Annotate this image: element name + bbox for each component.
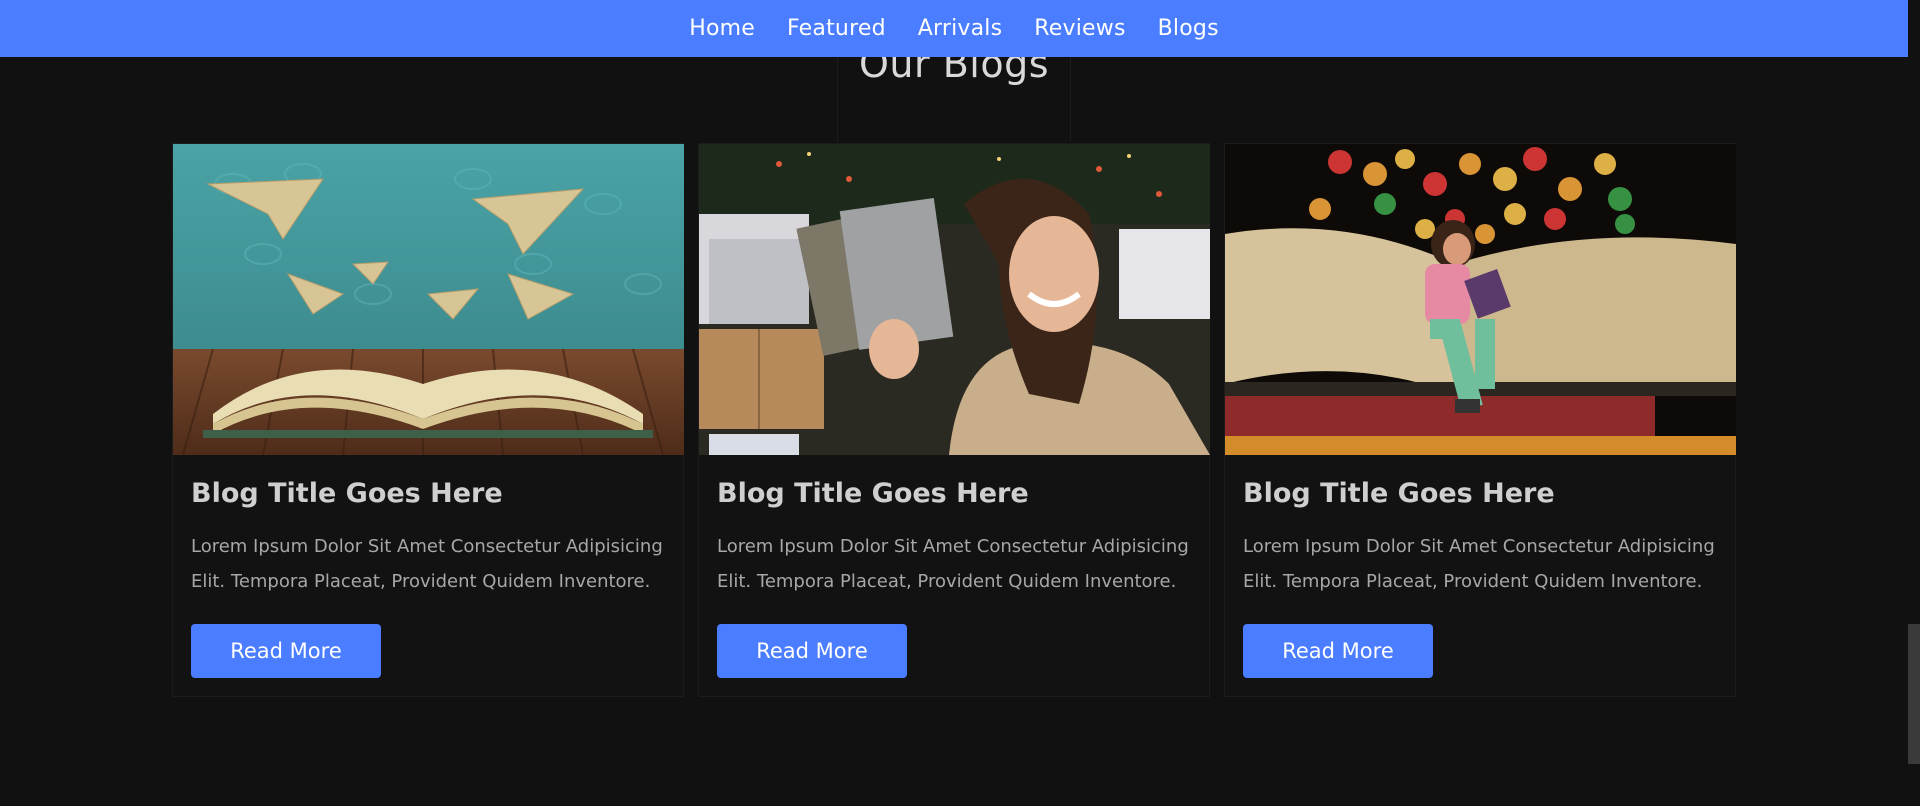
nav-link-blogs[interactable]: Blogs xyxy=(1158,16,1219,41)
section-heading: Our Blogs xyxy=(859,42,1049,86)
blog-image-open-book xyxy=(173,144,684,455)
blog-card-title: Blog Title Goes Here xyxy=(191,478,503,509)
nav-link-reviews[interactable]: Reviews xyxy=(1034,16,1125,41)
blog-card-excerpt: Lorem Ipsum Dolor Sit Amet Consectetur A… xyxy=(191,536,663,592)
top-navigation: Home Featured Arrivals Reviews Blogs xyxy=(0,0,1908,57)
blog-card-title: Blog Title Goes Here xyxy=(717,478,1029,509)
blog-card-excerpt: Lorem Ipsum Dolor Sit Amet Consectetur A… xyxy=(717,536,1189,592)
page-scrollbar-thumb[interactable] xyxy=(1908,624,1920,764)
read-more-button[interactable]: Read More xyxy=(191,624,381,678)
blog-cards: Blog Title Goes Here Lorem Ipsum Dolor S… xyxy=(172,143,1738,697)
blog-card-excerpt: Lorem Ipsum Dolor Sit Amet Consectetur A… xyxy=(1243,536,1715,592)
blog-image-girl-reading-on-book xyxy=(1225,144,1736,455)
blog-card-title: Blog Title Goes Here xyxy=(1243,478,1555,509)
nav-link-arrivals[interactable]: Arrivals xyxy=(918,16,1003,41)
blog-card: Blog Title Goes Here Lorem Ipsum Dolor S… xyxy=(1224,143,1736,697)
read-more-button[interactable]: Read More xyxy=(717,624,907,678)
nav-link-home[interactable]: Home xyxy=(689,16,755,41)
blog-image-woman-with-books xyxy=(699,144,1210,455)
nav-link-featured[interactable]: Featured xyxy=(787,16,886,41)
read-more-button[interactable]: Read More xyxy=(1243,624,1433,678)
blog-card: Blog Title Goes Here Lorem Ipsum Dolor S… xyxy=(698,143,1210,697)
blog-card: Blog Title Goes Here Lorem Ipsum Dolor S… xyxy=(172,143,684,697)
